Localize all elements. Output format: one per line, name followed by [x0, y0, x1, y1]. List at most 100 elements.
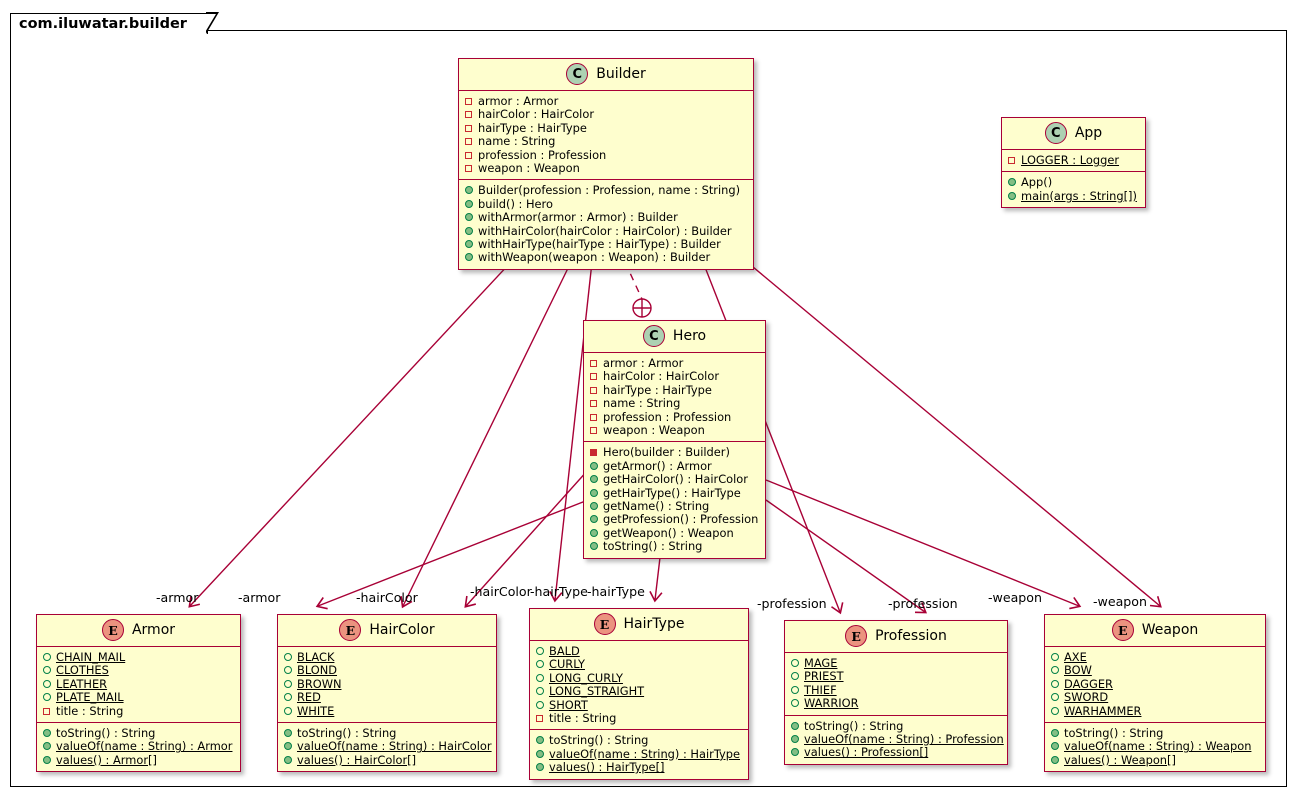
type-name-label: Weapon	[1141, 622, 1199, 638]
class-title-bar: C Hero	[584, 321, 765, 352]
class-box-app[interactable]: C App LOGGER : Logger App() main(args : Stri…	[1001, 117, 1146, 209]
enum-constant-icon	[1051, 693, 1059, 702]
field-row: BOW	[1050, 663, 1262, 678]
private-field-icon	[465, 165, 472, 173]
public-method-icon	[536, 763, 544, 772]
method-row: withArmor(armor : Armor) : Builder	[464, 210, 750, 225]
field-label: weapon : Weapon	[603, 423, 705, 438]
public-method-icon	[536, 736, 544, 745]
method-label: withArmor(armor : Armor) : Builder	[478, 210, 678, 225]
enum-box-haircolor[interactable]: E HairColor BLACK BLOND BROWN RED WHITE toStrin…	[277, 614, 497, 773]
field-row: WARRIOR	[790, 696, 1004, 711]
field-label: MAGE	[804, 656, 838, 670]
enum-constant-icon	[284, 666, 292, 675]
public-method-icon	[590, 475, 598, 484]
public-method-icon	[590, 502, 598, 511]
field-label: BOW	[1064, 663, 1092, 678]
package-name-tab: com.iluwatar.builder	[10, 12, 219, 35]
public-method-icon	[465, 213, 473, 222]
enum-type-icon: E	[845, 625, 868, 647]
field-label: title : String	[56, 703, 124, 718]
field-label: SHORT	[549, 697, 588, 712]
field-row: AXE	[1050, 650, 1262, 664]
edge-label: -weapon	[988, 590, 1042, 605]
method-row: valueOf(name : String) : Armor	[42, 740, 237, 753]
public-method-icon	[791, 721, 799, 730]
field-row: CLOTHES	[42, 663, 237, 677]
field-label: PLATE_MAIL	[56, 690, 124, 705]
enum-constant-icon	[284, 693, 292, 702]
public-method-icon	[43, 742, 51, 751]
uml-class-diagram: com.iluwatar.builder -armor -armor -hair…	[0, 0, 1295, 798]
private-field-icon	[43, 707, 50, 715]
field-label: hairColor : HairColor	[603, 369, 719, 384]
field-row: PLATE_MAIL	[42, 690, 237, 705]
field-label: AXE	[1064, 650, 1087, 664]
public-method-icon	[1051, 729, 1059, 738]
constants-compartment: AXE BOW DAGGER SWORD WARHAMMER	[1045, 646, 1265, 722]
class-box-hero[interactable]: C Hero armor : Armor hairColor : HairColor h…	[583, 320, 766, 559]
enum-box-weapon[interactable]: E Weapon AXE BOW DAGGER SWORD WARHAMMER toStrin…	[1044, 614, 1266, 773]
type-name-label: HairColor	[369, 622, 435, 638]
field-label: name : String	[603, 396, 681, 411]
public-method-icon	[465, 186, 473, 195]
enum-box-armor[interactable]: E Armor CHAIN_MAIL CLOTHES LEATHER PLATE_MAIL…	[36, 614, 241, 773]
field-row: weapon : Weapon	[464, 161, 750, 175]
public-method-icon	[1051, 742, 1059, 751]
public-method-icon	[465, 240, 473, 249]
field-label: armor : Armor	[478, 94, 559, 108]
method-label: getHairType() : HairType	[603, 485, 741, 500]
private-method-icon	[590, 449, 597, 457]
field-label: THIEF	[804, 682, 837, 697]
edge-label: -armor	[238, 590, 281, 605]
class-type-icon: C	[1044, 122, 1067, 144]
field-row: RED	[283, 690, 493, 704]
edge-label: -profession	[757, 596, 827, 611]
constants-compartment: CHAIN_MAIL CLOTHES LEATHER PLATE_MAIL title …	[37, 646, 240, 722]
class-box-builder[interactable]: C Builder armor : Armor hairColor : HairCol…	[458, 58, 754, 270]
field-row: WARHAMMER	[1050, 704, 1262, 718]
enum-constant-icon	[43, 693, 51, 702]
method-row: getProfession() : Profession	[589, 513, 762, 526]
private-field-icon	[465, 151, 472, 159]
enum-constant-icon	[1051, 706, 1059, 715]
field-row: LONG_CURLY	[535, 671, 745, 685]
field-label: DAGGER	[1064, 676, 1113, 691]
field-label: CHAIN_MAIL	[56, 650, 126, 664]
method-row: valueOf(name : String) : Profession	[790, 732, 1004, 746]
method-label: toString() : String	[549, 733, 649, 748]
edge-label: -hairColor	[470, 584, 532, 599]
field-label: name : String	[478, 134, 556, 149]
field-label: WARRIOR	[804, 696, 859, 711]
enum-title-bar: E HairColor	[278, 615, 496, 646]
enum-constant-icon	[791, 672, 799, 681]
field-row: title : String	[42, 703, 237, 718]
public-method-icon	[284, 755, 292, 764]
field-label: profession : Profession	[478, 147, 607, 162]
method-row: build() : Hero	[464, 197, 750, 211]
public-method-icon	[43, 729, 51, 738]
field-label: BALD	[549, 644, 580, 658]
field-label: SWORD	[1064, 690, 1109, 705]
public-method-icon	[284, 742, 292, 751]
field-label: PRIEST	[804, 669, 844, 684]
enum-constant-icon	[284, 679, 292, 688]
field-label: BROWN	[297, 676, 342, 691]
enum-type-icon: E	[1111, 619, 1134, 641]
method-label: getWeapon() : Weapon	[603, 525, 734, 540]
fields-compartment: armor : Armor hairColor : HairColor hairTy…	[459, 90, 753, 179]
method-label: values() : HairType[]	[549, 760, 665, 775]
field-row: LONG_STRAIGHT	[535, 684, 745, 698]
field-row: SWORD	[1050, 690, 1262, 705]
type-name-label: App	[1074, 125, 1103, 141]
enum-constant-icon	[536, 660, 544, 669]
method-row: getWeapon() : Weapon	[589, 525, 762, 540]
field-row: armor : Armor	[589, 356, 762, 370]
public-method-icon	[590, 488, 598, 497]
enum-box-hairtype[interactable]: E HairType BALD CURLY LONG_CURLY LONG_STRAIGH…	[529, 608, 749, 780]
method-label: values() : Profession[]	[804, 745, 929, 760]
method-row: valueOf(name : String) : HairType	[535, 747, 745, 761]
method-row: values() : Weapon[]	[1050, 753, 1262, 767]
enum-constant-icon	[43, 653, 51, 661]
enum-box-profession[interactable]: E Profession MAGE PRIEST THIEF WARRIOR toStrin…	[784, 620, 1008, 765]
